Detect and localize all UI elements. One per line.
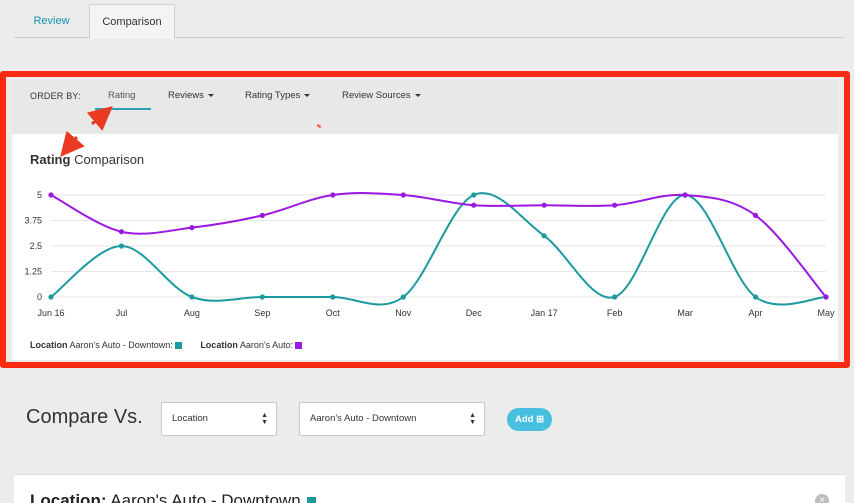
compare-type-select[interactable]: Location ▲ ▼ (161, 402, 277, 436)
select-updown-icon: ▲ ▼ (261, 412, 268, 426)
location-card-name: Aaron's Auto - Downtown (110, 491, 301, 503)
compare-target-value: Aaron's Auto - Downtown (310, 413, 417, 424)
add-button-label: Add (514, 414, 534, 425)
arrow-to-rating-tab (86, 106, 113, 131)
location-card: Location: Aaron's Auto - Downtown × (14, 474, 845, 503)
location-color-swatch (306, 497, 316, 503)
compare-target-select[interactable]: Aaron's Auto - Downtown ▲ ▼ (299, 402, 485, 436)
location-card-prefix: Location: (30, 491, 107, 503)
arrow-to-chart-title (60, 130, 85, 157)
compare-type-value: Location (172, 413, 208, 424)
add-button[interactable]: Add ⊞ (507, 408, 552, 431)
add-icon: ⊞ (536, 414, 545, 425)
select-updown-icon: ▲ ▼ (469, 412, 476, 426)
close-icon[interactable]: × (815, 494, 829, 503)
compare-vs-label: Compare Vs. (26, 406, 143, 428)
location-card-title: Location: Aaron's Auto - Downtown (30, 491, 316, 503)
